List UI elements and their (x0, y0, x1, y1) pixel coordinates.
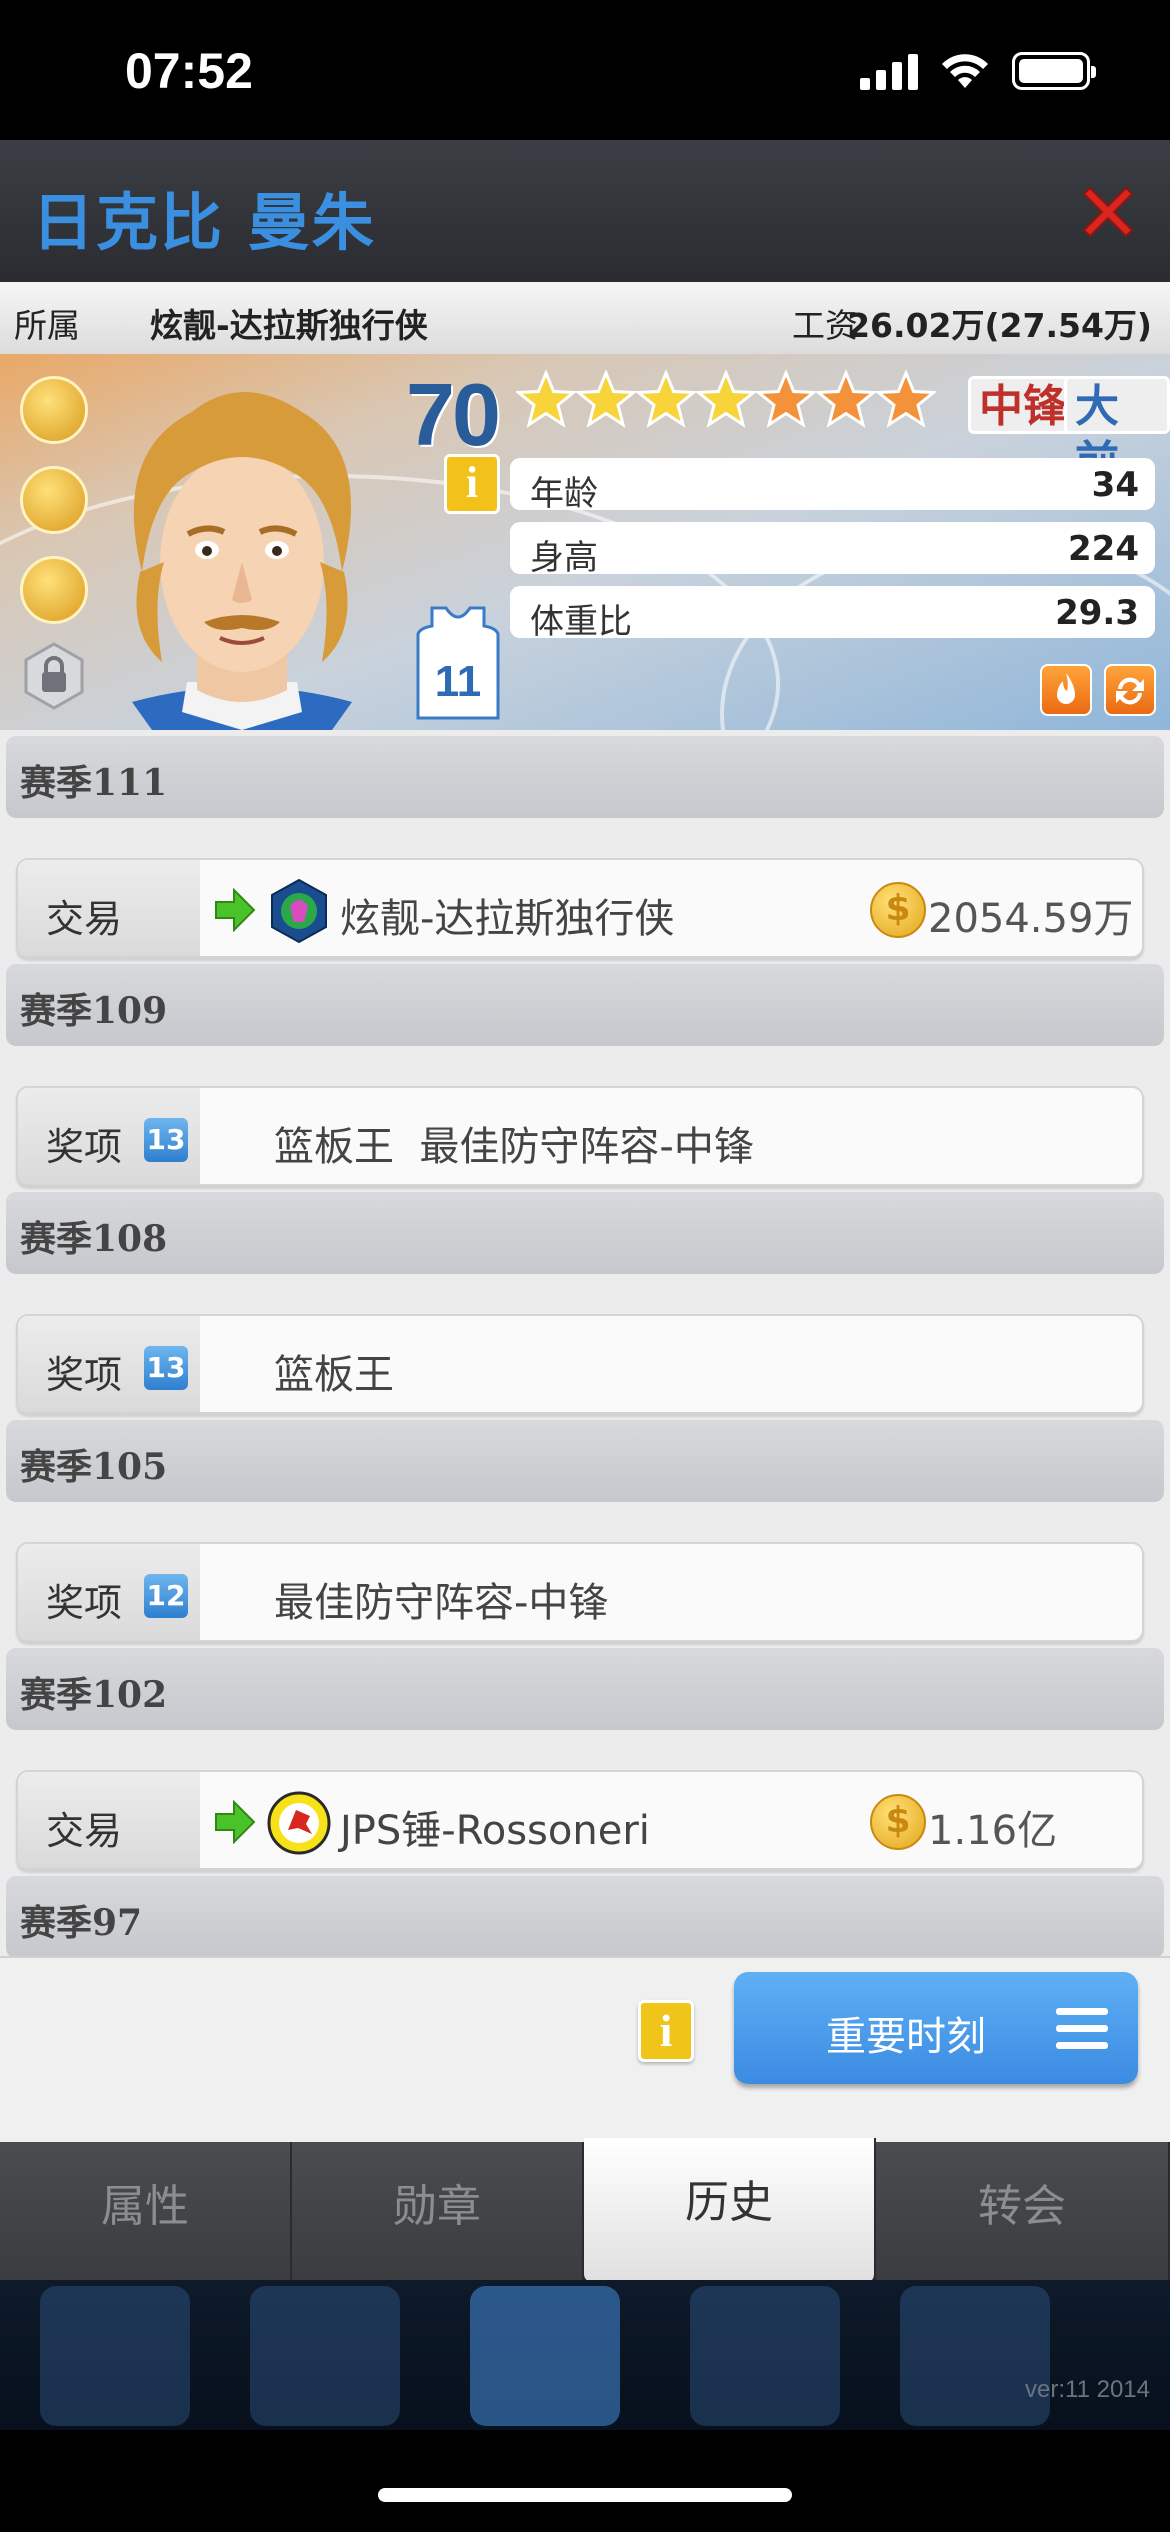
season-header: 赛季111 (6, 736, 1164, 818)
info-icon[interactable]: i (444, 454, 500, 514)
close-icon[interactable] (1074, 178, 1142, 246)
star-icon (876, 370, 936, 428)
team-logo-icon (271, 878, 327, 944)
season-header: 赛季97 (6, 1876, 1164, 1956)
wifi-icon (942, 54, 988, 88)
version-badge: 13 (144, 1346, 188, 1390)
star-icon (636, 370, 696, 428)
entry-type-label: 奖项 (46, 1125, 123, 1169)
trade-amount: 2054.59万 (928, 896, 1134, 942)
stat-row-age: 年龄 34 (510, 458, 1155, 514)
stat-value: 34 (1091, 465, 1139, 505)
star-rating (516, 370, 936, 430)
star-icon (576, 370, 636, 428)
history-entry-trade[interactable]: 交易 JPS锤-Rossoneri $ 1.16亿 (16, 1770, 1144, 1870)
stat-value: 224 (1068, 529, 1139, 569)
player-card: 11 70 中锋 大前 i 年龄 34 身高 224 体重比 29.3 (0, 354, 1170, 730)
status-time: 07:52 (125, 43, 253, 99)
player-name: 日克比 曼朱 (32, 186, 376, 259)
home-area (0, 2430, 1170, 2532)
award-text: 篮板王 最佳防守阵容-中锋 (274, 1124, 754, 1170)
skill-badge-icon[interactable] (20, 376, 88, 444)
player-avatar (132, 392, 352, 730)
entry-type-label: 交易 (46, 897, 123, 941)
coin-icon: $ (870, 1794, 926, 1850)
season-header: 赛季108 (6, 1192, 1164, 1274)
position-tag-center: 中锋 (968, 376, 1078, 434)
version-badge: 13 (144, 1118, 188, 1162)
star-icon (516, 370, 576, 428)
season-header: 赛季102 (6, 1648, 1164, 1730)
status-icons (860, 52, 1096, 90)
battery-icon (1012, 52, 1096, 90)
stat-label: 身高 (530, 538, 598, 578)
skill-badge-icon[interactable] (20, 466, 88, 534)
entry-type-label: 奖项 (46, 1353, 123, 1397)
version-label: ver:11 2014 (1025, 2376, 1150, 2403)
tab-attributes[interactable]: 属性 (0, 2142, 292, 2280)
background-nav: ver:11 2014 (0, 2280, 1170, 2430)
home-indicator[interactable] (378, 2488, 792, 2502)
history-list[interactable]: 赛季111 交易 炫靓-达拉斯独行侠 $ 2054.59万 赛季109 奖项 1… (0, 730, 1170, 1956)
star-icon (696, 370, 756, 428)
history-entry-trade[interactable]: 交易 炫靓-达拉斯独行侠 $ 2054.59万 (16, 858, 1144, 958)
stat-label: 年龄 (530, 474, 598, 514)
cellular-signal-icon (860, 52, 918, 90)
background-nav-item (40, 2286, 190, 2426)
season-header: 赛季105 (6, 1420, 1164, 1502)
history-entry-award[interactable]: 奖项 13 篮板王 最佳防守阵容-中锋 (16, 1086, 1144, 1186)
history-entry-award[interactable]: 奖项 12 最佳防守阵容-中锋 (16, 1542, 1144, 1642)
key-moments-label: 重要时刻 (826, 2014, 986, 2060)
jersey-icon: 11 (416, 606, 500, 720)
entry-type-label: 交易 (46, 1809, 123, 1853)
info-icon[interactable]: i (638, 2000, 694, 2062)
star-icon (816, 370, 876, 428)
entry-type-label: 奖项 (46, 1581, 123, 1625)
menu-icon (1056, 2008, 1108, 2050)
jersey-number: 11 (435, 657, 482, 706)
swap-icon[interactable] (1104, 664, 1156, 716)
trade-team-name: 炫靓-达拉斯独行侠 (340, 896, 675, 942)
stat-row-height: 身高 224 (510, 522, 1155, 578)
salary-value: 26.02万(27.54万) (847, 306, 1152, 345)
award-text: 最佳防守阵容-中锋 (274, 1580, 609, 1626)
stat-row-weight-ratio: 体重比 29.3 (510, 586, 1155, 642)
arrow-right-icon (215, 1800, 256, 1844)
status-bar: 07:52 (0, 0, 1170, 140)
stat-label: 体重比 (530, 602, 632, 642)
star-icon (756, 370, 816, 428)
version-badge: 12 (144, 1574, 188, 1618)
tab-medals[interactable]: 勋章 (292, 2142, 584, 2280)
arrow-right-icon (215, 888, 256, 932)
coin-icon: $ (870, 882, 926, 938)
season-header: 赛季109 (6, 964, 1164, 1046)
player-rating: 70 (406, 365, 501, 464)
team-logo-icon (267, 1791, 331, 1855)
tab-bar: 属性 勋章 历史 转会 (0, 2138, 1170, 2282)
stat-value: 29.3 (1055, 593, 1139, 633)
lock-icon[interactable] (20, 642, 88, 710)
action-panel: i 重要时刻 (0, 1956, 1170, 2142)
history-entry-award[interactable]: 奖项 13 篮板王 (16, 1314, 1144, 1414)
team-name: 炫靓-达拉斯独行侠 (150, 306, 428, 345)
fire-icon[interactable] (1040, 664, 1092, 716)
trade-amount: 1.16亿 (928, 1808, 1058, 1854)
background-nav-item (250, 2286, 400, 2426)
trade-team-name: JPS锤-Rossoneri (340, 1808, 650, 1854)
position-tag-power-forward: 大前 (1064, 376, 1170, 488)
background-nav-item (470, 2286, 620, 2426)
tab-history[interactable]: 历史 (584, 2138, 876, 2282)
background-nav-item (900, 2286, 1050, 2426)
team-label: 所属 (14, 306, 80, 345)
tab-transfer[interactable]: 转会 (876, 2142, 1170, 2280)
background-nav-item (690, 2286, 840, 2426)
strength-badge-icon[interactable] (20, 556, 88, 624)
award-text: 篮板王 (274, 1352, 394, 1398)
key-moments-button[interactable]: 重要时刻 (734, 1972, 1138, 2084)
title-bar: 日克比 曼朱 (0, 140, 1170, 282)
team-salary-bar: 所属 炫靓-达拉斯独行侠 工资 26.02万(27.54万) (0, 282, 1170, 354)
